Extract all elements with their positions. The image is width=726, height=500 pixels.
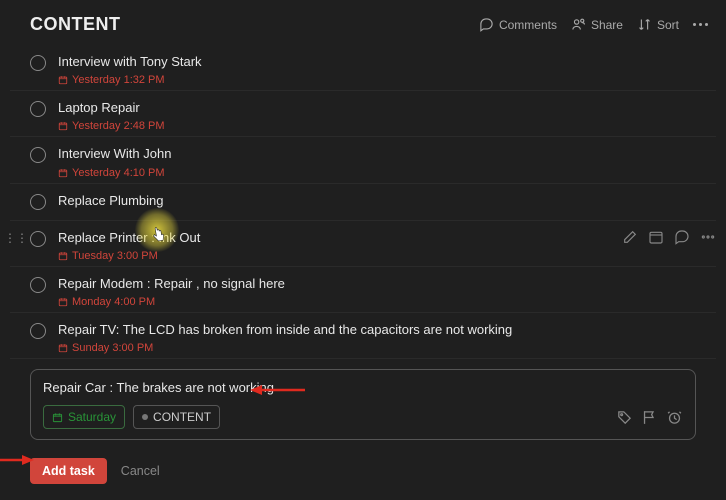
task-body: Repair Modem : Repair , no signal here Mo… [58,275,696,308]
task-date: Monday 4:00 PM [58,296,696,308]
calendar-icon [58,121,68,131]
task-title: Interview with Tony Stark [58,53,696,71]
calendar-icon [58,343,68,353]
task-row[interactable]: ⋮⋮Repair Modem : Repair , no signal here… [10,267,716,313]
new-task-editor: Saturday CONTENT [30,369,696,440]
share-icon [571,17,586,32]
task-row[interactable]: ⋮⋮Replace Plumbing [10,184,716,221]
dot-icon [705,23,708,26]
task-title: Repair Modem : Repair , no signal here [58,275,696,293]
task-body: Interview With John Yesterday 4:10 PM [58,145,696,178]
task-list: ⋮⋮ Interview with Tony Stark Yesterday 1:3… [0,45,726,359]
task-row[interactable]: ⋮⋮Laptop RepairYesterday 2:48 PM [10,91,716,137]
comment-icon [479,17,494,32]
task-row[interactable]: ⋮⋮Interview with Tony StarkYesterday 1:3… [10,45,716,91]
complete-checkbox[interactable] [30,194,46,210]
calendar-icon [58,251,68,261]
calendar-icon [52,412,63,423]
calendar-icon [58,75,68,85]
calendar-icon [58,168,68,178]
task-date: Yesterday 1:32 PM [58,74,696,86]
add-task-button[interactable]: Add task [30,458,107,484]
task-row[interactable]: ⋮⋮Repair TV: The LCD has broken from ins… [10,313,716,359]
cancel-button[interactable]: Cancel [121,464,160,478]
header-actions: Comments Share Sort [479,17,708,32]
calendar-icon [58,297,68,307]
task-hover-actions [622,229,716,245]
editor-chips-row: Saturday CONTENT [43,405,683,429]
task-title: Replace Plumbing [58,192,696,210]
task-row[interactable]: ⋮⋮Interview With JohnYesterday 4:10 PM [10,137,716,183]
comments-label: Comments [499,18,557,32]
task-date: Sunday 3:00 PM [58,342,696,354]
task-date: Tuesday 3:00 PM [58,250,696,262]
label-icon[interactable] [616,409,633,426]
task-body: Repair TV: The LCD has broken from insid… [58,321,696,354]
schedule-label: Saturday [68,410,116,424]
task-title: Replace Printer : Ink Out [58,229,696,247]
complete-checkbox[interactable] [30,55,46,71]
drag-handle-icon[interactable]: ⋮⋮ [4,231,28,245]
task-date: Yesterday 4:10 PM [58,167,696,179]
complete-checkbox[interactable] [30,101,46,117]
page-title: CONTENT [30,14,121,35]
sort-button[interactable]: Sort [637,17,679,32]
schedule-icon[interactable] [648,229,664,245]
task-title: Laptop Repair [58,99,696,117]
project-dot-icon [142,414,148,420]
task-row[interactable]: ⋮⋮Replace Printer : Ink OutTuesday 3:00 … [10,221,716,267]
task-body: Replace Plumbing [58,192,696,210]
more-button[interactable] [693,23,708,26]
editor-buttons: Add task Cancel [0,450,726,492]
sort-label: Sort [657,18,679,32]
schedule-chip[interactable]: Saturday [43,405,125,429]
task-date: Yesterday 2:48 PM [58,120,696,132]
complete-checkbox[interactable] [30,231,46,247]
complete-checkbox[interactable] [30,147,46,163]
share-button[interactable]: Share [571,17,623,32]
more-icon[interactable] [700,229,716,245]
edit-icon[interactable] [622,229,638,245]
task-body: Replace Printer : Ink Out Tuesday 3:00 PM [58,229,696,262]
dot-icon [699,23,702,26]
task-body: Interview with Tony Stark Yesterday 1:32 … [58,53,696,86]
header-bar: CONTENT Comments Share Sort [0,0,726,45]
task-name-input[interactable] [43,380,683,395]
reminder-icon[interactable] [666,409,683,426]
project-label: CONTENT [153,410,211,424]
dot-icon [693,23,696,26]
project-chip[interactable]: CONTENT [133,405,220,429]
comments-button[interactable]: Comments [479,17,557,32]
share-label: Share [591,18,623,32]
task-title: Interview With John [58,145,696,163]
comment-icon[interactable] [674,229,690,245]
task-body: Laptop Repair Yesterday 2:48 PM [58,99,696,132]
task-title: Repair TV: The LCD has broken from insid… [58,321,696,339]
complete-checkbox[interactable] [30,277,46,293]
complete-checkbox[interactable] [30,323,46,339]
sort-icon [637,17,652,32]
priority-flag-icon[interactable] [641,409,658,426]
